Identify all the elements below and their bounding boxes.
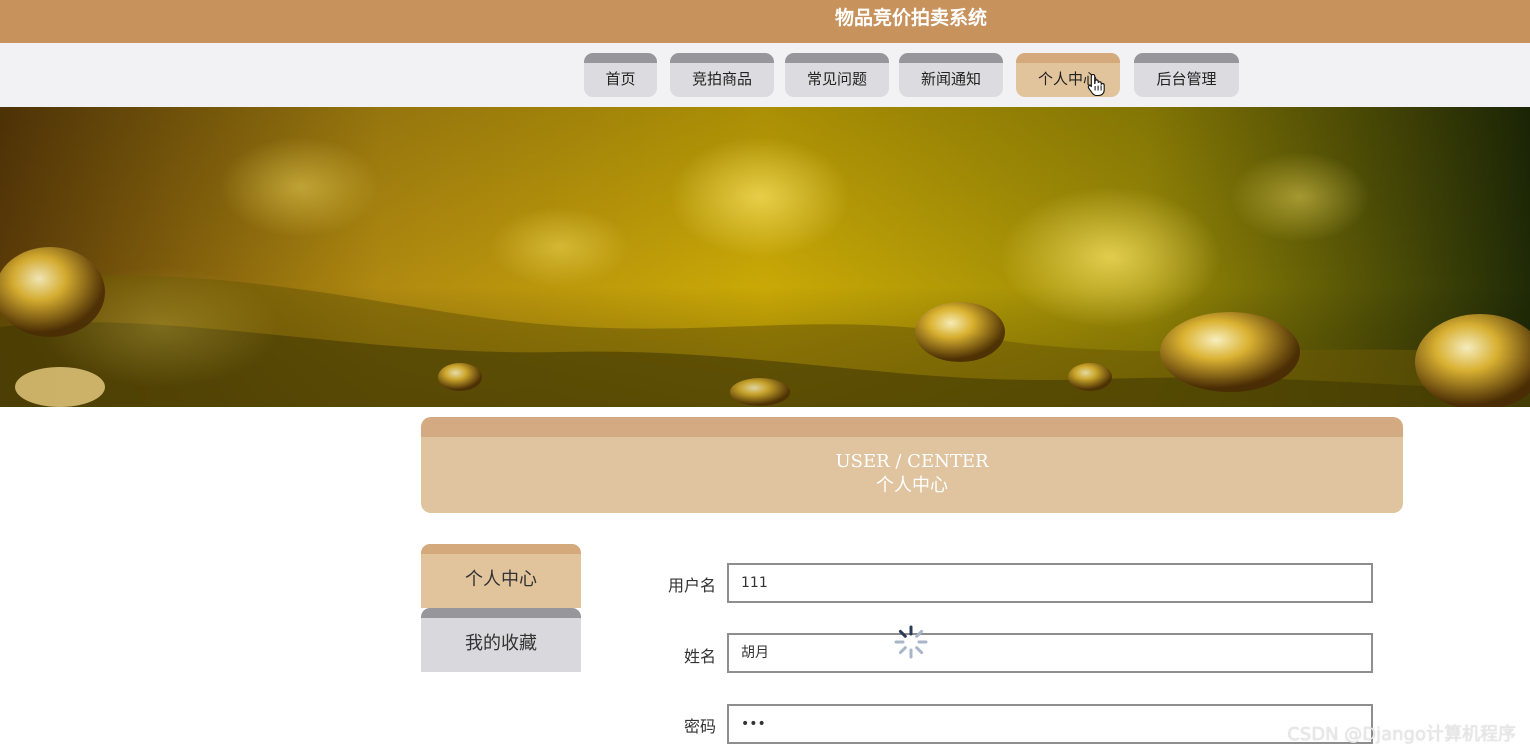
- password-label: 密码: [683, 717, 716, 736]
- name-field[interactable]: 胡月: [727, 633, 1373, 673]
- sidebar-item-favorites[interactable]: 我的收藏: [421, 608, 581, 672]
- password-field[interactable]: •••: [727, 704, 1373, 744]
- section-header: USER / CENTER 个人中心: [421, 417, 1403, 513]
- banner-image: [0, 107, 1530, 407]
- hand-pointer-icon: [1087, 73, 1105, 97]
- sidebar-item-user-center[interactable]: 个人中心: [421, 544, 581, 608]
- app-header: 物品竞价拍卖系统: [0, 0, 1530, 43]
- section-title-en: USER / CENTER: [835, 451, 989, 472]
- name-label: 姓名: [683, 647, 716, 666]
- nav-item-auction-goods[interactable]: 竞拍商品: [670, 53, 774, 97]
- username-label: 用户名: [667, 576, 716, 595]
- nav-item-admin[interactable]: 后台管理: [1134, 53, 1239, 97]
- nav-item-faq[interactable]: 常见问题: [785, 53, 889, 97]
- watermark: CSDN @Django计算机程序: [1287, 724, 1516, 745]
- hero-banner: [0, 107, 1530, 407]
- loading-spinner-icon: [894, 625, 928, 659]
- main-nav: 首页 竞拍商品 常见问题 新闻通知 个人中心 后台管理: [0, 43, 1530, 107]
- section-title-cn: 个人中心: [876, 475, 948, 496]
- username-field[interactable]: 111: [727, 563, 1373, 603]
- nav-item-home[interactable]: 首页: [584, 53, 657, 97]
- nav-item-news[interactable]: 新闻通知: [899, 53, 1003, 97]
- app-title: 物品竞价拍卖系统: [834, 7, 987, 29]
